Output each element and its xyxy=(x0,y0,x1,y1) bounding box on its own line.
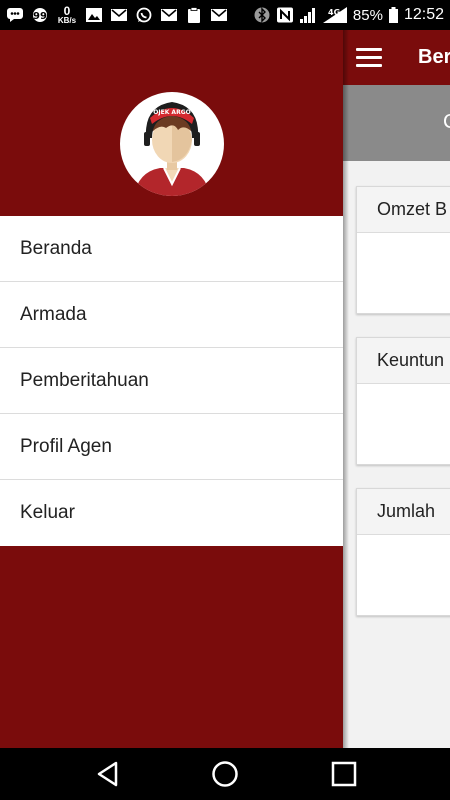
summary-card-jumlah[interactable]: Jumlah xyxy=(356,488,450,616)
notification-icons: 99 0 KB/s xyxy=(6,5,228,25)
drawer-menu: Beranda Armada Pemberitahuan Profil Agen… xyxy=(0,216,343,546)
page-title: Ber xyxy=(418,46,450,68)
summary-card-omzet[interactable]: Omzet B xyxy=(356,186,450,314)
mail-icon xyxy=(160,7,178,23)
menu-item-beranda[interactable]: Beranda xyxy=(0,216,343,282)
tab-label[interactable]: C xyxy=(443,111,450,134)
battery-icon xyxy=(388,7,399,23)
chat-icon xyxy=(6,7,24,23)
network-speed: 0 KB/s xyxy=(56,5,78,25)
card-body xyxy=(357,233,450,313)
menu-item-pemberitahuan[interactable]: Pemberitahuan xyxy=(0,348,343,414)
home-icon[interactable] xyxy=(211,760,239,788)
svg-text:99: 99 xyxy=(33,11,47,22)
battery-percent: 85% xyxy=(352,6,383,24)
signal-icon xyxy=(299,7,317,23)
clock: 12:52 xyxy=(403,6,444,23)
image-icon xyxy=(85,7,103,23)
mail-icon xyxy=(110,7,128,23)
signal-4g-icon: 4G xyxy=(322,7,348,23)
logo-text: OJEK ARGO xyxy=(153,109,190,116)
bluetooth-icon xyxy=(253,7,271,23)
speed-unit: KB/s xyxy=(57,16,77,25)
card-body xyxy=(357,384,450,464)
status-bar: 99 0 KB/s 4G 85% 12:52 xyxy=(0,0,450,30)
navigation-drawer: OJEK ARGO Beranda Armada Pemberitahuan P… xyxy=(0,30,343,748)
recents-icon[interactable] xyxy=(330,760,358,788)
network-type: 4G xyxy=(328,8,340,17)
rider-avatar-icon: OJEK ARGO xyxy=(134,102,210,196)
avatar: OJEK ARGO xyxy=(120,92,224,196)
tab-header: C xyxy=(343,85,450,161)
card-body xyxy=(357,535,450,615)
system-nav-bar xyxy=(0,748,450,800)
menu-item-armada[interactable]: Armada xyxy=(0,282,343,348)
clipboard-icon xyxy=(185,7,203,23)
menu-item-profil-agen[interactable]: Profil Agen xyxy=(0,414,343,480)
whatsapp-icon xyxy=(135,7,153,23)
drawer-shadow xyxy=(343,30,349,748)
menu-item-keluar[interactable]: Keluar xyxy=(0,480,343,546)
card-title: Jumlah xyxy=(357,489,450,535)
nfc-icon xyxy=(276,7,294,23)
summary-card-keuntungan[interactable]: Keuntun xyxy=(356,337,450,465)
mail-icon xyxy=(210,7,228,23)
card-title: Omzet B xyxy=(357,187,450,233)
message-icon: 99 xyxy=(31,7,49,23)
hamburger-menu-icon[interactable] xyxy=(356,48,382,68)
drawer-header: OJEK ARGO xyxy=(0,30,343,216)
card-title: Keuntun xyxy=(357,338,450,384)
system-icons: 4G 85% 12:52 xyxy=(253,6,444,24)
back-icon[interactable] xyxy=(94,760,122,788)
